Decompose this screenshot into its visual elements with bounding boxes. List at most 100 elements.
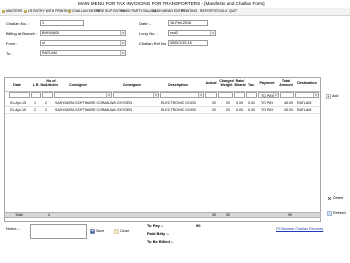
entry-tax[interactable]	[246, 92, 257, 98]
totals-articles: 4	[48, 213, 50, 217]
billing-branch-select[interactable]: BHIVANDI ▾	[40, 30, 126, 36]
row-consignee: MALWA OXYGEN	[103, 101, 132, 105]
chevron-down-icon: ▾	[120, 31, 125, 35]
header-total-amount: Total Amount	[279, 79, 293, 87]
refresh-button[interactable]: Refresh	[327, 210, 346, 216]
paid-bilty-label: Paid Bilty :-	[147, 231, 170, 236]
row-consignee: MALWA OXYGEN	[103, 108, 132, 112]
lorry-no-select[interactable]: vsd3 ▾	[168, 30, 216, 36]
entry-destination[interactable]: ▾	[295, 92, 319, 98]
totals-bar: Total 4 40 40 90	[4, 212, 321, 218]
entry-rate[interactable]	[234, 92, 245, 98]
header-tax: Tax	[248, 83, 254, 87]
close-button[interactable]: Close	[114, 228, 129, 234]
row-rate: 0.00	[236, 108, 243, 112]
menu-printing[interactable]: PRINTING	[181, 8, 197, 15]
totals-charged: 40	[226, 213, 230, 217]
entry-articles[interactable]	[42, 92, 53, 98]
header-payment: Payment	[259, 81, 275, 85]
row-articles: 2	[45, 101, 47, 105]
to-select[interactable]: RATLAM ▾	[40, 50, 126, 56]
row-charged: 20	[226, 101, 230, 105]
menu-tools[interactable]: TOOLS	[216, 8, 227, 15]
entry-charged[interactable]	[218, 92, 233, 98]
close-icon	[114, 228, 119, 234]
close-button-label: Close	[120, 229, 130, 233]
title-bar: MAIN MENU FOR TAX INVOICING FOR TRANSPOR…	[0, 0, 350, 8]
row-total: 45.00	[284, 101, 293, 105]
header-consignee: Consignee	[122, 83, 142, 87]
header-consignor: Consignor	[69, 83, 87, 87]
save-button[interactable]: Save	[90, 228, 104, 234]
entry-date[interactable]	[9, 92, 30, 98]
chevron-down-icon: ▾	[273, 93, 278, 97]
from-label: From :	[6, 41, 18, 46]
header-articles: No of Articles	[45, 79, 59, 87]
challan-ref-field[interactable]: 0000/1/15-16	[168, 40, 208, 46]
entry-consignor[interactable]: ▾	[54, 92, 112, 98]
row-payment: TO PAY	[261, 101, 274, 105]
header-description: Description	[168, 83, 188, 87]
chevron-down-icon: ▾	[120, 41, 125, 45]
totals-label: Total	[15, 213, 23, 217]
chevron-down-icon: ▾	[210, 31, 215, 35]
notes-textarea[interactable]	[30, 224, 87, 239]
add-button-label: Add	[332, 94, 339, 98]
to-label: To :	[6, 51, 13, 56]
row-description: ELECTRONIC GOOD	[161, 101, 197, 105]
lr-grid: Date L.R. No No of Articles Consignor Co…	[4, 77, 321, 222]
challan-no-field[interactable]: 1	[40, 20, 84, 26]
row-tax: 0.00	[248, 101, 255, 105]
row-rate: 0.00	[236, 101, 243, 105]
row-payment: TO PAY	[261, 108, 274, 112]
challan-form-header: Challan No. : 1 Billing at Branch : BHIV…	[0, 16, 350, 78]
delete-icon	[327, 196, 332, 200]
table-row[interactable]: 01-Apr-15 1 2 SAHYADRA SOFTWARE COM MALW…	[5, 100, 320, 107]
notes-label: Notes :-	[6, 226, 21, 231]
date-field[interactable]: 16-Feb-2016	[168, 20, 208, 26]
date-label: Date :-	[139, 21, 152, 26]
to-be-billed-label: To Be Billed :-	[147, 239, 174, 244]
entry-row: ▾ ▾ ▾ TO PAY ▾ ▾	[5, 92, 320, 98]
row-charged: 20	[226, 108, 230, 112]
challan-entry-icon	[68, 10, 71, 13]
save-icon	[90, 228, 95, 234]
menu-masters[interactable]: MASTERS	[6, 8, 22, 15]
row-total: 45.00	[284, 108, 293, 112]
menu-bar: MASTERS LR ENTRY WITH PRINTING CHALLAN E…	[0, 8, 350, 16]
from-select[interactable]: ui ▾	[40, 40, 126, 46]
row-lr-no: 1	[34, 101, 36, 105]
chevron-down-icon: ▾	[153, 93, 158, 97]
entry-total[interactable]	[280, 92, 294, 98]
save-button-label: Save	[96, 229, 105, 233]
add-button[interactable]: Add	[326, 93, 338, 99]
entry-lr-no[interactable]	[31, 92, 41, 98]
refresh-icon	[327, 210, 332, 216]
to-pay-value: 90	[196, 223, 201, 228]
row-consignor: SAHYADRA SOFTWARE COM	[55, 101, 103, 105]
row-destination: RATLAM	[297, 101, 312, 105]
totals-actual: 40	[212, 213, 216, 217]
row-date: 01-Apr-15	[10, 108, 26, 112]
chevron-down-icon: ▾	[106, 93, 111, 97]
table-row[interactable]: 01-Apr-15 2 2 SAHYADRA SOFTWARE COM MALW…	[5, 107, 320, 114]
browse-challan-records-link[interactable]: F9 Browse Challan Records	[276, 227, 323, 231]
chevron-down-icon: ▾	[120, 51, 125, 55]
row-consignor: SAHYADRA SOFTWARE COM	[55, 108, 103, 112]
row-articles: 2	[45, 108, 47, 112]
entry-actual[interactable]	[205, 92, 217, 98]
header-actual: Actual	[205, 81, 217, 85]
refresh-button-label: Refresh	[333, 211, 346, 215]
chevron-down-icon: ▾	[198, 93, 203, 97]
row-destination: RATLAM	[297, 108, 312, 112]
entry-description[interactable]: ▾	[160, 92, 204, 98]
delete-button[interactable]: Delete	[327, 195, 343, 201]
menu-reports[interactable]: REPORTS	[200, 8, 216, 15]
lr-entry-icon	[24, 10, 27, 13]
row-actual: 20	[212, 108, 216, 112]
entry-payment-select[interactable]: TO PAY ▾	[258, 92, 279, 98]
menu-quit[interactable]: QUIT	[229, 8, 237, 15]
challan-ref-label: Challan Ref.No. :	[139, 41, 170, 46]
entry-consignee[interactable]: ▾	[113, 92, 159, 98]
menu-lr-entry[interactable]: LR ENTRY WITH PRINTING	[28, 8, 71, 15]
